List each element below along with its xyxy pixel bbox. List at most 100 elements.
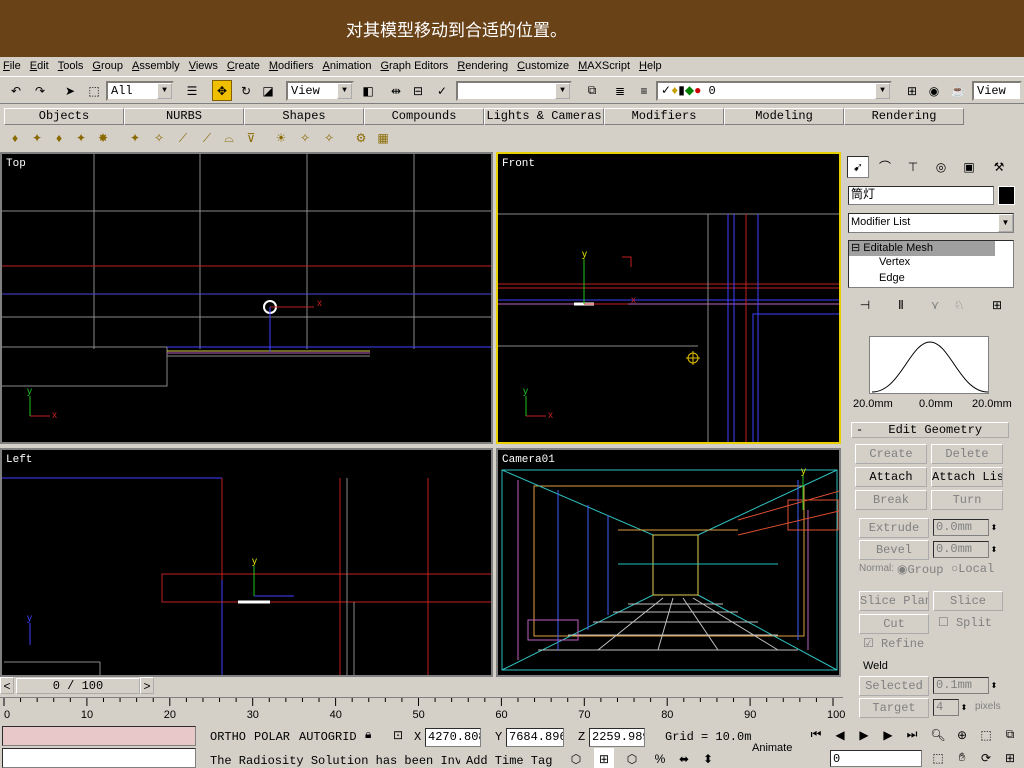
normal-local-radio[interactable]: ○Local: [951, 562, 994, 576]
make-unique-icon[interactable]: ⋎: [925, 294, 945, 315]
stack-item-vertex[interactable]: Vertex: [849, 256, 1013, 272]
time-slider-thumb[interactable]: 0 / 100: [16, 678, 140, 694]
tab-modeling[interactable]: Modeling: [724, 108, 844, 125]
schematic-view-icon[interactable]: ⊞: [902, 80, 922, 101]
edit-named-sel-icon[interactable]: ⬍: [698, 748, 718, 768]
select-arrow-icon[interactable]: ➤: [60, 80, 80, 101]
menu-maxscript[interactable]: MAXScript: [578, 60, 630, 72]
photometric-light-icon[interactable]: ⊽: [242, 129, 260, 147]
menu-assembly[interactable]: Assembly: [132, 60, 180, 72]
weld-target-button[interactable]: Target: [859, 698, 929, 718]
tab-shapes[interactable]: Shapes: [244, 108, 364, 125]
menu-file[interactable]: File: [3, 60, 21, 72]
weld-threshold-field[interactable]: 0.1mm: [933, 677, 989, 694]
time-prev-icon[interactable]: <: [0, 677, 14, 694]
z-coord-field[interactable]: 2259.989: [589, 728, 645, 747]
show-end-result-icon[interactable]: Ⅱ: [891, 294, 911, 315]
menu-animation[interactable]: Animation: [323, 60, 372, 72]
viewport-left[interactable]: Left y y: [0, 448, 493, 677]
redo-icon[interactable]: ↷: [30, 80, 50, 101]
normal-group-radio[interactable]: ◉Group: [897, 562, 944, 577]
ortho-toggle[interactable]: ORTHO: [210, 730, 246, 744]
linear-light-icon[interactable]: ⟋: [174, 129, 192, 147]
selection-filter-dropdown[interactable]: All ▼: [106, 81, 174, 101]
x-coord-field[interactable]: 4270.808: [425, 728, 481, 747]
motion-panel-icon[interactable]: ◎: [931, 156, 951, 177]
attach-button[interactable]: Attach: [855, 467, 927, 487]
layer-manager-icon[interactable]: ≣: [610, 80, 630, 101]
named-selection-dropdown[interactable]: ▼: [456, 81, 572, 101]
absolute-mode-icon[interactable]: ⊡: [393, 728, 403, 743]
modifier-list-dropdown[interactable]: Modifier List ▼: [848, 213, 1014, 233]
object-name-field[interactable]: 筒灯: [848, 186, 994, 205]
delete-button[interactable]: Delete: [931, 444, 1003, 464]
camera-grid-icon[interactable]: ▦: [374, 129, 392, 147]
menu-graph-editors[interactable]: Graph Editors: [380, 60, 448, 72]
quick-render-icon[interactable]: ☕: [948, 80, 968, 101]
menu-customize[interactable]: Customize: [517, 60, 569, 72]
zoom-extents-icon[interactable]: ⬚: [976, 724, 996, 745]
slice-plane-button[interactable]: Slice Plane: [859, 591, 929, 611]
maximize-viewport-icon[interactable]: ⊞: [1000, 747, 1020, 768]
cut-button[interactable]: Cut: [859, 614, 929, 634]
layer-list-icon[interactable]: ≡: [634, 80, 654, 101]
play-icon[interactable]: ▶: [854, 724, 874, 745]
angle-snap-icon[interactable]: ⬡: [622, 748, 642, 768]
hierarchy-panel-icon[interactable]: ⊤: [903, 156, 923, 177]
free-spot-icon[interactable]: ✦: [28, 129, 46, 147]
modifier-stack[interactable]: ⊟ Editable Mesh Vertex Edge: [848, 240, 1014, 288]
snap-toggle-icon[interactable]: ⊞: [594, 748, 614, 768]
menu-help[interactable]: Help: [639, 60, 662, 72]
weld-target-pixels-field[interactable]: 4: [933, 699, 959, 716]
light-lister-icon[interactable]: ✧: [320, 129, 338, 147]
named-selection-icon[interactable]: ✓: [432, 80, 452, 101]
undo-icon[interactable]: ↶: [6, 80, 26, 101]
selection-lock-icon[interactable]: ⬡: [566, 748, 586, 768]
region-zoom-icon[interactable]: ⬚: [928, 747, 948, 768]
bevel-spinner-icon[interactable]: ⬍: [989, 539, 999, 560]
modify-panel-icon[interactable]: ⌒: [875, 156, 895, 177]
target-spot-icon[interactable]: ♦: [6, 129, 24, 147]
layer-dropdown[interactable]: ✓♦▮◆● 0 ▼: [656, 81, 892, 101]
attach-list-button[interactable]: Attach List: [931, 467, 1003, 487]
lock-icon[interactable]: 🔒︎: [365, 728, 371, 742]
zoom-icon[interactable]: 🔍︎: [928, 724, 948, 745]
utilities-panel-icon[interactable]: ⚒: [989, 156, 1009, 177]
percent-snap-icon[interactable]: %: [650, 748, 670, 768]
previous-frame-icon[interactable]: ◀: [830, 724, 850, 745]
select-scale-icon[interactable]: ◪: [258, 80, 278, 101]
pin-stack-icon[interactable]: ⊣: [855, 294, 875, 315]
time-next-icon[interactable]: >: [140, 677, 154, 694]
object-color-swatch[interactable]: [998, 186, 1015, 205]
tab-nurbs[interactable]: NURBS: [124, 108, 244, 125]
current-frame-field[interactable]: 0: [830, 750, 922, 767]
polar-toggle[interactable]: POLAR: [254, 730, 290, 744]
spinner-snap-icon[interactable]: ⬌: [674, 748, 694, 768]
ref-coord-dropdown[interactable]: View ▼: [286, 81, 354, 101]
maxscript-output-field[interactable]: [2, 748, 196, 768]
camera-match-icon[interactable]: ⚙: [352, 129, 370, 147]
remove-modifier-icon[interactable]: ♘: [949, 294, 969, 315]
go-to-end-icon[interactable]: ⏭︎: [902, 724, 922, 745]
split-checkbox[interactable]: ☐ Split: [938, 615, 992, 630]
material-editor-icon[interactable]: ◉: [924, 80, 944, 101]
time-slider[interactable]: < 0 / 100 >: [0, 677, 843, 695]
menu-edit[interactable]: Edit: [30, 60, 49, 72]
ies-sky-icon[interactable]: ✧: [296, 129, 314, 147]
track-bar[interactable]: 0 10 20 30 40 50 60 70 80 90 100: [0, 697, 845, 722]
animate-button[interactable]: Animate: [752, 742, 792, 754]
rollout-edit-geometry[interactable]: - Edit Geometry: [851, 422, 1009, 438]
y-coord-field[interactable]: 7684.896: [506, 728, 564, 747]
extrude-spinner-icon[interactable]: ⬍: [989, 517, 999, 538]
tab-lights-cameras[interactable]: Lights & Cameras: [484, 108, 604, 125]
tab-rendering[interactable]: Rendering: [844, 108, 964, 125]
tab-compounds[interactable]: Compounds: [364, 108, 484, 125]
weld-spinner-icon[interactable]: ⬍: [989, 675, 999, 696]
tab-objects[interactable]: Objects: [4, 108, 124, 125]
extrude-button[interactable]: Extrude: [859, 518, 929, 538]
omni-light-icon[interactable]: ✸: [94, 129, 112, 147]
menu-tools[interactable]: Tools: [58, 60, 84, 72]
free-direct-icon[interactable]: ✦: [72, 129, 90, 147]
configure-sets-icon[interactable]: ⊞: [987, 294, 1007, 315]
sun-icon[interactable]: ☀: [272, 129, 290, 147]
